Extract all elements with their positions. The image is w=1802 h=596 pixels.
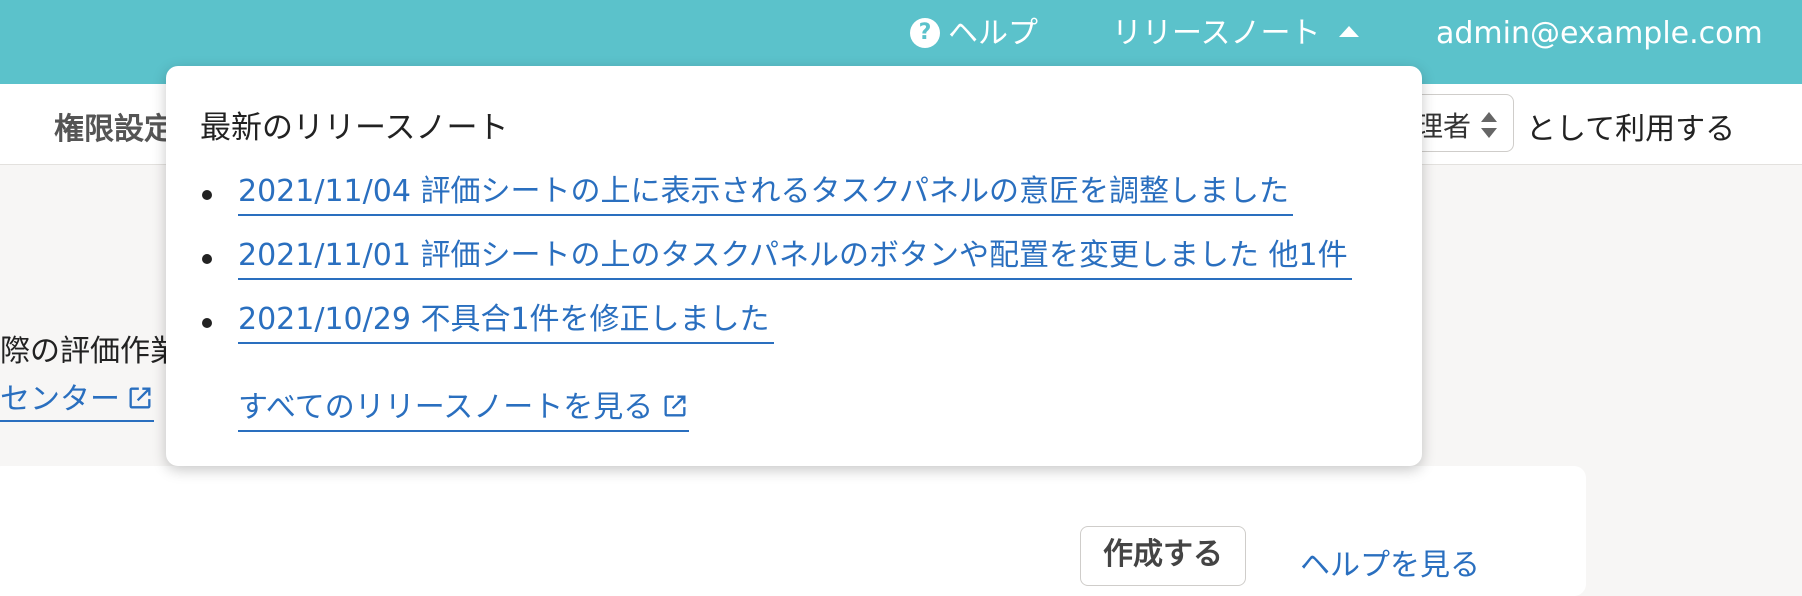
- user-email: admin@example.com: [1436, 16, 1763, 51]
- page-title: 権限設定: [54, 112, 174, 147]
- release-notes-dropdown: 最新のリリースノート 2021/11/04 評価シートの上に表示されるタスクパネ…: [166, 66, 1422, 466]
- external-link-icon: [129, 387, 151, 408]
- release-notes-toggle[interactable]: リリースノート: [1112, 14, 1359, 54]
- help-link[interactable]: ? ヘルプ: [910, 14, 1038, 54]
- bullet: [202, 318, 212, 328]
- help-label: ヘルプ: [948, 16, 1038, 51]
- caret-up-icon: [1338, 26, 1359, 37]
- dropdown-heading: 最新のリリースノート: [200, 110, 509, 146]
- all-release-notes-label: すべてのリリースノートを見る: [238, 390, 654, 425]
- background-text: 際の評価作業: [0, 334, 180, 369]
- release-notes-label: リリースノート: [1112, 16, 1321, 51]
- all-release-notes-link[interactable]: すべてのリリースノートを見る: [238, 388, 690, 432]
- external-link-icon: [664, 395, 686, 416]
- release-note-link[interactable]: 2021/11/04 評価シートの上に表示されるタスクパネルの意匠を調整しました: [238, 172, 1293, 216]
- help-center-link[interactable]: センター: [0, 374, 154, 422]
- bullet: [202, 254, 212, 264]
- bullet: [202, 190, 212, 200]
- view-help-label: ヘルプを見る: [1300, 548, 1480, 583]
- view-help-link[interactable]: ヘルプを見る: [1300, 540, 1480, 584]
- release-note-link[interactable]: 2021/11/01 評価シートの上のタスクパネルのボタンや配置を変更しました …: [238, 236, 1352, 280]
- user-menu[interactable]: admin@example.com: [1436, 14, 1763, 54]
- sort-icon: [1481, 112, 1497, 138]
- create-button[interactable]: 作成する: [1080, 526, 1246, 586]
- role-suffix-text: として利用する: [1526, 112, 1736, 147]
- release-note-link[interactable]: 2021/10/29 不具合1件を修正しました: [238, 300, 774, 344]
- help-center-link-label: センター: [0, 382, 120, 417]
- question-circle-icon: ?: [910, 17, 940, 48]
